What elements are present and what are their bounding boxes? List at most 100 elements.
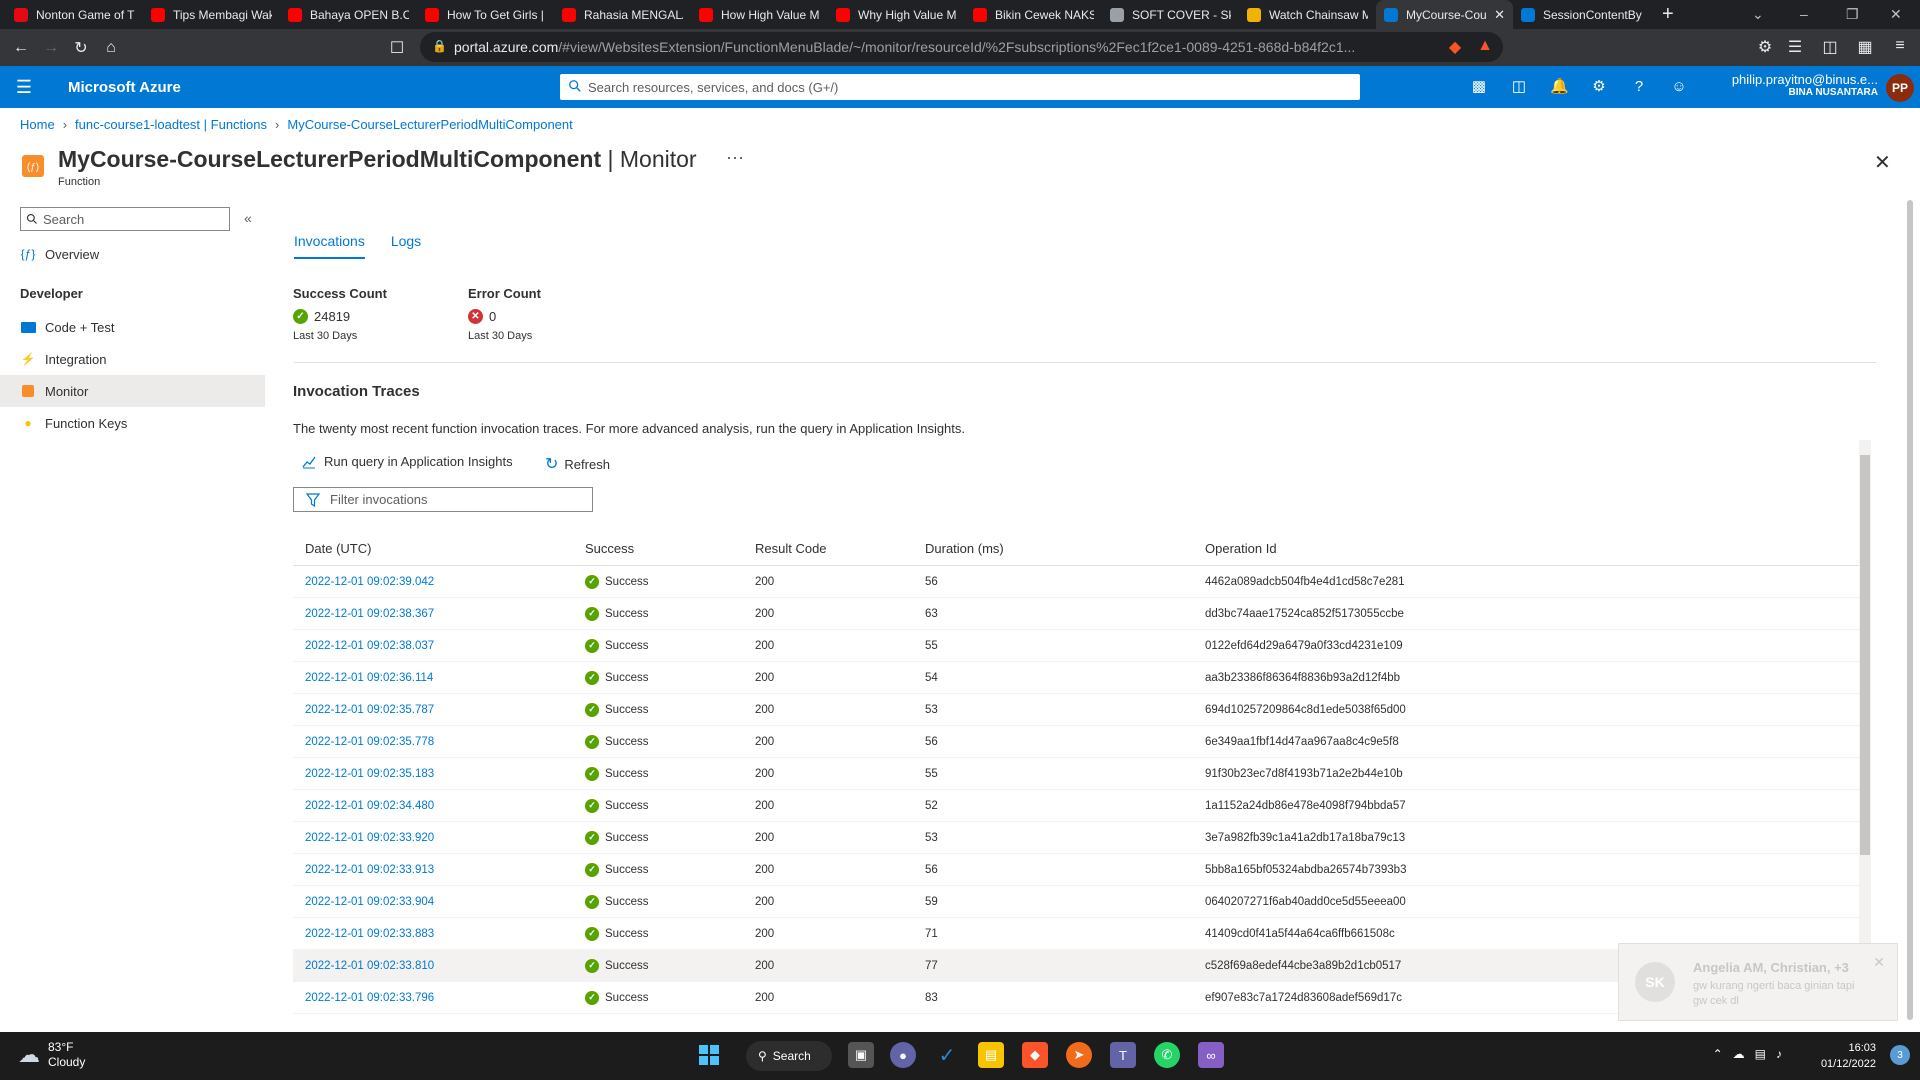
close-tab-icon[interactable]: ✕ xyxy=(1494,7,1505,23)
sidebar-item-function-keys[interactable]: ● Function Keys xyxy=(0,407,265,439)
browser-tab[interactable]: Nonton Game of Thrones xyxy=(6,0,143,29)
browser-tab[interactable]: Why High Value M xyxy=(828,0,965,29)
column-header-date[interactable]: Date (UTC) xyxy=(293,541,573,556)
chat-notification-toast[interactable]: SK Angelia AM, Christian, +3 gw kurang n… xyxy=(1618,943,1898,1021)
playlist-icon[interactable]: ☰ xyxy=(1780,37,1810,57)
brave-rewards-icon[interactable]: ▲ xyxy=(1470,37,1500,55)
cloud-shell-icon[interactable]: ▩ xyxy=(1470,78,1488,96)
browser-tab[interactable]: SessionContentByS xyxy=(1513,0,1650,29)
sidebar-item-overview[interactable]: {ƒ} Overview xyxy=(0,238,265,270)
bookmark-icon[interactable]: ☐ xyxy=(382,38,412,58)
invocation-date-link[interactable]: 2022-12-01 09:02:34.480 xyxy=(305,800,434,812)
column-header-operation-id[interactable]: Operation Id xyxy=(1193,541,1793,556)
notifications-icon[interactable]: 🔔 xyxy=(1550,78,1569,96)
sidebar-item-integration[interactable]: ⚡ Integration xyxy=(0,343,265,375)
forward-icon[interactable]: → xyxy=(36,39,66,57)
page-scrollbar-thumb[interactable] xyxy=(1907,200,1913,1020)
minimize-icon[interactable]: – xyxy=(1800,6,1808,22)
wallet-icon[interactable]: ▦ xyxy=(1850,37,1880,57)
new-tab-icon[interactable]: + xyxy=(1662,3,1682,26)
tab-invocations[interactable]: Invocations xyxy=(294,233,365,259)
back-icon[interactable]: ← xyxy=(6,39,36,57)
global-search-input[interactable]: Search resources, services, and docs (G+… xyxy=(560,74,1360,100)
table-row[interactable]: 2022-12-01 09:02:34.480 ✓ Success 200 52 1a11… xyxy=(293,790,1859,822)
table-scrollbar-thumb[interactable] xyxy=(1860,455,1870,855)
system-clock[interactable]: 16:03 01/12/2022 xyxy=(1821,1040,1876,1072)
sidebar-item-code-test[interactable]: Code + Test xyxy=(0,311,265,343)
chevron-up-icon[interactable]: ⌃ xyxy=(1713,1047,1733,1061)
brave-browser-icon[interactable]: ◆ xyxy=(1022,1042,1048,1068)
browser-tab[interactable]: Watch Chainsaw M xyxy=(1239,0,1376,29)
invocation-date-link[interactable]: 2022-12-01 09:02:33.796 xyxy=(305,992,434,1004)
start-icon[interactable] xyxy=(696,1042,722,1068)
run-query-button[interactable]: Run query in Application Insights xyxy=(302,454,513,469)
table-row[interactable]: 2022-12-01 09:02:39.042 ✓ Success 200 56 4462… xyxy=(293,566,1859,598)
help-icon[interactable]: ? xyxy=(1630,78,1648,96)
home-icon[interactable]: ⌂ xyxy=(96,39,126,57)
menu-search-input[interactable]: Search xyxy=(20,207,230,231)
postman-icon[interactable]: ➤ xyxy=(1066,1042,1092,1068)
network-icon[interactable]: ▤ xyxy=(1755,1047,1776,1061)
portal-menu-icon[interactable]: ☰ xyxy=(0,77,48,98)
invocation-date-link[interactable]: 2022-12-01 09:02:33.810 xyxy=(305,960,434,972)
invocation-date-link[interactable]: 2022-12-01 09:02:35.183 xyxy=(305,768,434,780)
file-explorer-icon[interactable]: ▤ xyxy=(978,1042,1004,1068)
close-window-icon[interactable]: ✕ xyxy=(1890,6,1902,23)
table-row[interactable]: 2022-12-01 09:02:33.904 ✓ Success 200 59 0640… xyxy=(293,886,1859,918)
restore-icon[interactable]: ❐ xyxy=(1846,6,1859,23)
browser-tab[interactable]: SOFT COVER - Skri xyxy=(1102,0,1239,29)
browser-tab[interactable]: Bikin Cewek NAKSI xyxy=(965,0,1102,29)
close-icon[interactable]: ✕ xyxy=(1874,150,1891,175)
browser-tab[interactable]: Rahasia MENGALA xyxy=(554,0,691,29)
todo-icon[interactable]: ✓ xyxy=(934,1042,960,1068)
system-tray[interactable]: ⌃☁▤♪ xyxy=(1713,1047,1792,1061)
invocation-date-link[interactable]: 2022-12-01 09:02:35.787 xyxy=(305,704,434,716)
feedback-icon[interactable]: ☺ xyxy=(1670,78,1688,96)
table-row[interactable]: 2022-12-01 09:02:35.778 ✓ Success 200 56 6e34… xyxy=(293,726,1859,758)
browser-tab[interactable]: Bahaya OPEN B.O. xyxy=(280,0,417,29)
azure-brand[interactable]: Microsoft Azure xyxy=(68,79,181,96)
chat-icon[interactable]: ● xyxy=(890,1042,916,1068)
invocation-date-link[interactable]: 2022-12-01 09:02:33.883 xyxy=(305,928,434,940)
extensions-icon[interactable]: ⚙ xyxy=(1750,37,1780,57)
browser-tab[interactable]: MyCourse-Cou ✕ xyxy=(1376,0,1513,29)
account-menu[interactable]: philip.prayitno@binus.e... BINA NUSANTAR… xyxy=(1732,72,1878,98)
table-row[interactable]: 2022-12-01 09:02:33.913 ✓ Success 200 56 5bb8… xyxy=(293,854,1859,886)
browser-tab[interactable]: How High Value M xyxy=(691,0,828,29)
reload-icon[interactable]: ↻ xyxy=(66,38,96,58)
table-row[interactable]: 2022-12-01 09:02:38.367 ✓ Success 200 63 dd3b… xyxy=(293,598,1859,630)
more-options-icon[interactable]: ⋯ xyxy=(726,148,744,169)
browser-tab[interactable]: How To Get Girls | S xyxy=(417,0,554,29)
breadcrumb-functions[interactable]: func-course1-loadtest | Functions xyxy=(75,117,267,132)
invocation-date-link[interactable]: 2022-12-01 09:02:38.367 xyxy=(305,608,434,620)
table-row[interactable]: 2022-12-01 09:02:36.114 ✓ Success 200 54 aa3b… xyxy=(293,662,1859,694)
invocation-date-link[interactable]: 2022-12-01 09:02:33.904 xyxy=(305,896,434,908)
close-icon[interactable]: ✕ xyxy=(1873,954,1885,971)
tab-search-icon[interactable]: ⌄ xyxy=(1752,6,1764,23)
directory-filter-icon[interactable]: ◫ xyxy=(1510,78,1528,96)
tab-logs[interactable]: Logs xyxy=(391,233,421,259)
teams-icon[interactable]: T xyxy=(1110,1042,1136,1068)
brave-shield-icon[interactable]: ◆ xyxy=(1440,37,1470,57)
onedrive-icon[interactable]: ☁ xyxy=(1733,1047,1755,1061)
volume-icon[interactable]: ♪ xyxy=(1776,1047,1792,1061)
column-header-result-code[interactable]: Result Code xyxy=(743,541,913,556)
settings-icon[interactable]: ⚙ xyxy=(1590,78,1608,96)
task-view-icon[interactable]: ▣ xyxy=(848,1042,874,1068)
invocation-date-link[interactable]: 2022-12-01 09:02:35.778 xyxy=(305,736,434,748)
invocation-date-link[interactable]: 2022-12-01 09:02:33.913 xyxy=(305,864,434,876)
notification-badge[interactable]: 3 xyxy=(1890,1045,1910,1065)
menu-icon[interactable]: ≡ xyxy=(1885,37,1915,55)
filter-invocations-input[interactable]: Filter invocations xyxy=(293,487,593,512)
breadcrumb-home[interactable]: Home xyxy=(20,117,55,132)
browser-tab[interactable]: Tips Membagi Waktu xyxy=(143,0,280,29)
breadcrumb-function[interactable]: MyCourse-CourseLecturerPeriodMultiCompon… xyxy=(287,117,572,132)
column-header-duration[interactable]: Duration (ms) xyxy=(913,541,1193,556)
collapse-menu-icon[interactable]: « xyxy=(244,210,252,226)
table-row[interactable]: 2022-12-01 09:02:35.183 ✓ Success 200 55 91f3… xyxy=(293,758,1859,790)
invocation-date-link[interactable]: 2022-12-01 09:02:36.114 xyxy=(305,672,433,684)
address-bar[interactable]: 🔒 portal.azure.com/#view/WebsitesExtensi… xyxy=(420,32,1503,62)
visual-studio-icon[interactable]: ∞ xyxy=(1198,1042,1224,1068)
table-row[interactable]: 2022-12-01 09:02:33.920 ✓ Success 200 53 3e7a… xyxy=(293,822,1859,854)
invocation-date-link[interactable]: 2022-12-01 09:02:39.042 xyxy=(305,576,434,588)
